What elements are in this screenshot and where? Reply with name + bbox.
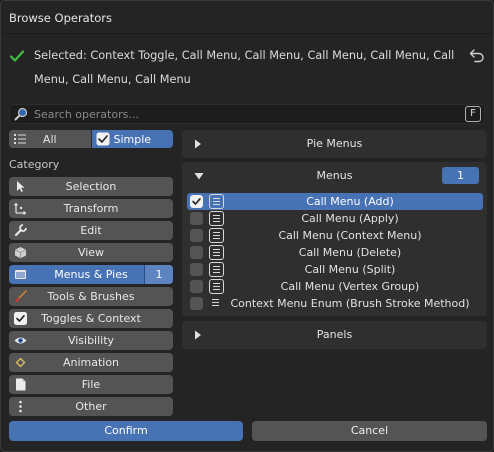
menu-icon xyxy=(209,228,224,243)
transform-axes-icon xyxy=(14,202,27,215)
menu-icon xyxy=(209,194,224,209)
operator-search-box[interactable]: F xyxy=(9,104,485,124)
category-heading: Category xyxy=(9,158,60,171)
operator-row[interactable]: Call Menu (Add) xyxy=(187,193,483,210)
category-list: Selection Transform Edit View Menus & Pi… xyxy=(9,177,173,419)
category-toggles-context[interactable]: Toggles & Context xyxy=(9,309,173,328)
keyframe-diamond-icon xyxy=(15,357,26,368)
cancel-button[interactable]: Cancel xyxy=(252,421,487,441)
category-label: Other xyxy=(75,400,107,413)
category-label: Edit xyxy=(80,224,102,237)
checkbox-icon xyxy=(14,312,27,325)
operator-checkbox[interactable] xyxy=(190,280,203,293)
brush-icon xyxy=(15,290,27,302)
category-label: Tools & Brushes xyxy=(47,290,135,303)
filter-simple-label: Simple xyxy=(113,132,152,146)
category-label: Animation xyxy=(62,356,120,369)
browse-operators-dialog: Browse Operators Selected: Context Toggl… xyxy=(0,0,494,452)
category-label: Transform xyxy=(63,202,119,215)
operator-row[interactable]: Call Menu (Vertex Group) xyxy=(187,278,483,295)
operator-list: Call Menu (Add) Call Menu (Apply) Call M… xyxy=(187,193,483,312)
operator-label: Call Menu (Delete) xyxy=(298,246,402,259)
operator-label: Context Menu Enum (Brush Stroke Method) xyxy=(230,297,470,310)
operator-checkbox[interactable] xyxy=(190,212,203,225)
category-other[interactable]: Other xyxy=(9,397,173,416)
search-icon xyxy=(14,107,28,121)
menu-icon xyxy=(209,245,224,260)
category-label: View xyxy=(77,246,105,259)
category-label: Visibility xyxy=(67,334,115,347)
menu-icon xyxy=(209,279,224,294)
filter-mode-toggle: All Simple xyxy=(9,130,173,148)
category-label: Menus & Pies xyxy=(54,268,128,281)
dialog-title: Browse Operators xyxy=(9,11,112,25)
operator-checkbox[interactable] xyxy=(190,246,203,259)
operator-checkbox[interactable] xyxy=(190,195,203,208)
operator-label: Call Menu (Vertex Group) xyxy=(280,280,420,293)
list-icon xyxy=(14,134,26,144)
search-input[interactable] xyxy=(34,106,454,122)
checkbox-icon xyxy=(96,132,109,146)
section-panels[interactable]: Panels xyxy=(182,321,487,349)
category-count-badge: 1 xyxy=(144,265,173,284)
wrench-icon xyxy=(14,224,27,237)
category-transform[interactable]: Transform xyxy=(9,199,173,218)
category-tools-brushes[interactable]: Tools & Brushes xyxy=(9,287,173,306)
operator-row[interactable]: Call Menu (Apply) xyxy=(187,210,483,227)
filter-all-button[interactable]: All xyxy=(9,130,92,148)
operator-checkbox[interactable] xyxy=(190,229,203,242)
operator-row[interactable]: Context Menu Enum (Brush Stroke Method) xyxy=(187,295,483,312)
section-count-badge: 1 xyxy=(442,167,479,184)
category-label: File xyxy=(81,378,101,391)
filter-all-label: All xyxy=(42,132,57,146)
cube-icon xyxy=(14,247,27,259)
section-label: Pie Menus xyxy=(306,137,363,150)
menu-icon xyxy=(209,262,224,277)
category-menus-pies[interactable]: Menus & Pies 1 xyxy=(9,265,173,284)
operator-label: Call Menu (Split) xyxy=(304,263,396,276)
selected-operators-text: Selected: Context Toggle, Call Menu, Cal… xyxy=(34,49,455,86)
eye-icon xyxy=(14,337,27,344)
filter-simple-button[interactable]: Simple xyxy=(91,130,173,148)
operator-row[interactable]: Call Menu (Delete) xyxy=(187,244,483,261)
operator-checkbox[interactable] xyxy=(190,297,203,310)
operator-row[interactable]: Call Menu (Split) xyxy=(187,261,483,278)
category-view[interactable]: View xyxy=(9,243,173,262)
category-selection[interactable]: Selection xyxy=(9,177,173,196)
category-visibility[interactable]: Visibility xyxy=(9,331,173,350)
confirm-button[interactable]: Confirm xyxy=(9,421,243,441)
category-animation[interactable]: Animation xyxy=(9,353,173,372)
menu-icon xyxy=(209,211,224,226)
section-label: Panels xyxy=(316,328,353,341)
operator-row[interactable]: Call Menu (Context Menu) xyxy=(187,227,483,244)
category-label: Toggles & Context xyxy=(41,312,141,325)
checkmark-icon xyxy=(9,50,25,62)
window-icon xyxy=(15,270,26,279)
operator-label: Call Menu (Context Menu) xyxy=(278,229,422,242)
more-vertical-icon xyxy=(19,400,22,413)
cursor-arrow-icon xyxy=(17,181,25,192)
section-pie-menus[interactable]: Pie Menus xyxy=(182,130,487,158)
operator-label: Call Menu (Apply) xyxy=(301,212,399,225)
list-icon xyxy=(209,296,224,311)
selected-summary: Selected: Context Toggle, Call Menu, Cal… xyxy=(9,45,485,93)
undo-icon[interactable] xyxy=(469,49,485,63)
title-divider xyxy=(1,33,493,34)
section-menus: Menus 1 Call Menu (Add) Call Menu (Apply… xyxy=(182,162,487,316)
category-edit[interactable]: Edit xyxy=(9,221,173,240)
operator-checkbox[interactable] xyxy=(190,263,203,276)
category-label: Selection xyxy=(65,180,117,193)
file-icon xyxy=(16,378,26,391)
search-shortcut-key: F xyxy=(465,106,481,122)
category-file[interactable]: File xyxy=(9,375,173,394)
operator-label: Call Menu (Add) xyxy=(306,195,394,208)
